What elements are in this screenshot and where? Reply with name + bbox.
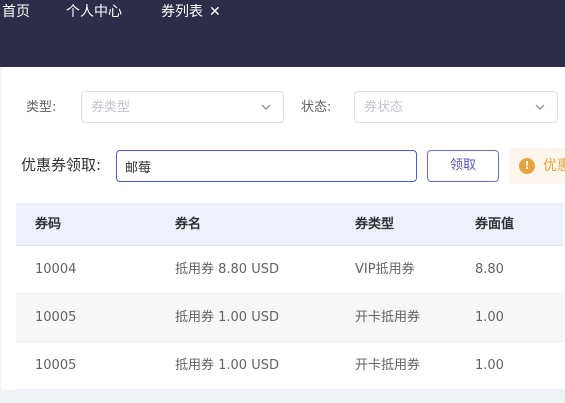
- column-header-name: 券名: [175, 217, 202, 232]
- cell-value: 8.80: [475, 262, 504, 277]
- table-header: 券码 券名 券类型 券面值: [16, 203, 564, 246]
- cell-name: 抵用券 8.80 USD: [175, 262, 279, 277]
- type-select-placeholder: 券类型: [91, 100, 131, 115]
- claim-button[interactable]: 领取: [427, 150, 499, 182]
- tab-profile[interactable]: 个人中心: [66, 2, 122, 22]
- cell-code: 10004: [35, 262, 77, 277]
- table-row[interactable]: 10005 抵用券 1.00 USD 开卡抵用券 1.00: [16, 294, 564, 342]
- type-filter-label: 类型:: [26, 100, 57, 115]
- cell-code: 10005: [35, 310, 77, 325]
- coupon-table: 券码 券名 券类型 券面值 10004 抵用券 8.80 USD VIP抵用券 …: [16, 203, 564, 390]
- column-header-value: 券面值: [475, 217, 515, 232]
- type-select[interactable]: 券类型: [81, 91, 284, 123]
- chevron-down-icon: [261, 104, 271, 110]
- column-header-code: 券码: [35, 217, 62, 232]
- cell-code: 10005: [35, 358, 77, 373]
- coupon-claim-label: 优惠券领取:: [21, 156, 102, 174]
- table-row[interactable]: 10004 抵用券 8.80 USD VIP抵用券 8.80: [16, 246, 564, 294]
- status-filter-label: 状态:: [301, 100, 332, 115]
- cell-type: 开卡抵用券: [355, 310, 421, 325]
- chevron-down-icon: [535, 104, 545, 110]
- cell-name: 抵用券 1.00 USD: [175, 358, 279, 373]
- warning-alert: ! 优惠: [509, 148, 565, 184]
- tab-home[interactable]: 首页: [2, 2, 30, 22]
- tab-coupon-list[interactable]: 券列表 ✕: [161, 2, 221, 22]
- column-header-type: 券类型: [355, 217, 395, 232]
- cell-value: 1.00: [475, 310, 504, 325]
- tab-coupon-list-label: 券列表: [161, 4, 203, 20]
- cell-name: 抵用券 1.00 USD: [175, 310, 279, 325]
- table-row[interactable]: 10005 抵用券 1.00 USD 开卡抵用券 1.00: [16, 342, 564, 390]
- cell-type: 开卡抵用券: [355, 358, 421, 373]
- status-select[interactable]: 券状态: [354, 91, 558, 123]
- status-select-placeholder: 券状态: [364, 100, 404, 115]
- warning-icon: !: [519, 158, 535, 174]
- close-icon[interactable]: ✕: [209, 4, 221, 20]
- cell-type: VIP抵用券: [355, 262, 415, 277]
- cell-value: 1.00: [475, 358, 504, 373]
- coupon-code-input[interactable]: [116, 150, 417, 182]
- top-navigation-bar: 首页 个人中心 券列表 ✕: [0, 0, 565, 67]
- warning-alert-text: 优惠: [543, 158, 565, 174]
